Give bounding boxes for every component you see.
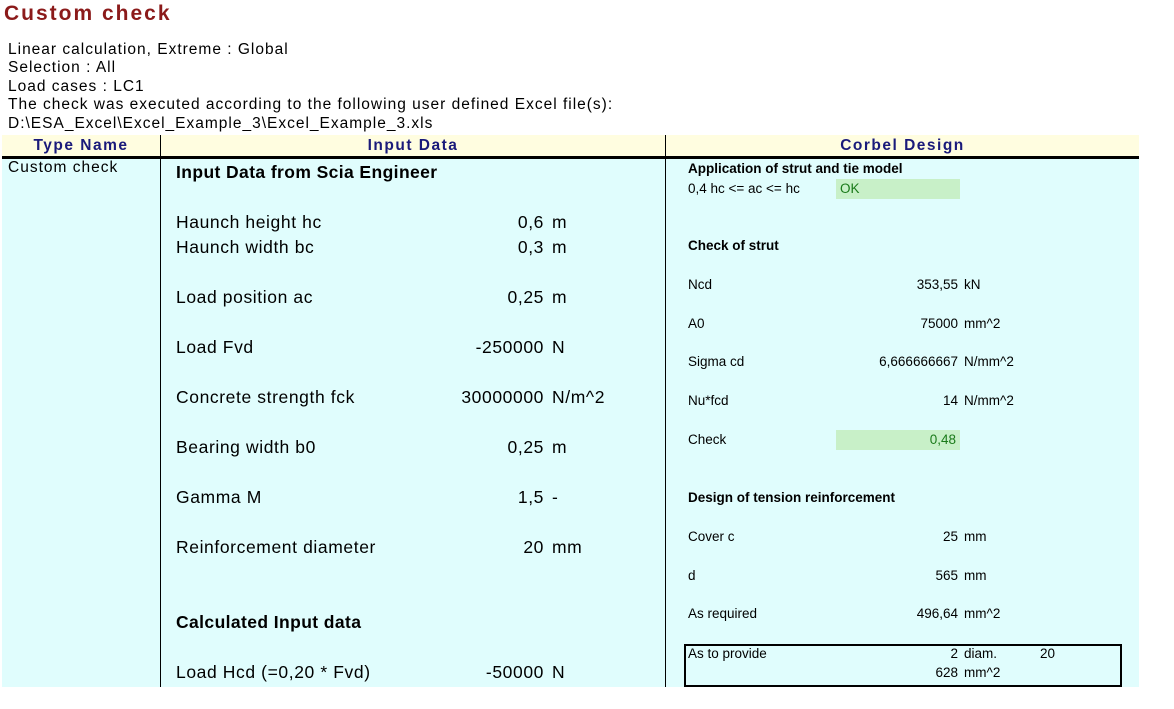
meta-file-path: D:\ESA_Excel\Excel_Example_3\Excel_Examp… [8,115,434,132]
calc-value: -50000 [485,662,544,682]
input-row-label: Haunch width bc [176,237,315,257]
header-input-data: Input Data [161,135,665,156]
strut-row-label: Ncd [688,277,713,292]
input-row-value: 0,25 [507,437,544,457]
strut-tie-condition: 0,4 hc <= ac <= hc [688,181,800,196]
input-row-unit: N [552,337,566,357]
input-row-label: Load position ac [176,287,314,307]
input-row-value: 0,6 [517,212,544,232]
strut-row-value: 353,55 [916,277,958,292]
tension-row-value: 25 [942,529,958,544]
tension-row-label: d [688,568,696,583]
input-row-value: -250000 [475,337,544,357]
input-row-label: Reinforcement diameter [176,537,376,557]
input-row-unit: mm [552,537,583,557]
check-value: 0,48 [836,430,960,450]
column-divider-2 [665,135,666,687]
strut-row-label: A0 [688,316,705,331]
input-row-label: Gamma M [176,487,262,507]
meta-selection: Selection : All [8,59,117,76]
header-type-name: Type Name [2,135,160,156]
input-row-value: 0,25 [507,287,544,307]
strut-row-label: Sigma cd [688,354,745,369]
report-title: Custom check [4,2,172,25]
calculated-section-title: Calculated Input data [176,612,362,632]
as-provide-area-value: 628 [935,665,958,680]
input-row-value: 1,5 [517,487,544,507]
column-divider-1 [160,135,161,687]
calc-unit: N [552,662,566,682]
as-provide-area-unit: mm^2 [964,665,1001,680]
type-column [2,159,160,687]
input-row-label: Haunch height hc [176,212,322,232]
as-provide-label: As to provide [688,646,767,661]
calc-label: Load Hcd (=0,20 * Fvd) [176,662,371,682]
header-corbel-design: Corbel Design [666,135,1139,156]
input-row-label: Concrete strength fck [176,387,355,407]
strut-tie-title: Application of strut and tie model [688,161,903,176]
strut-row-value: 6,666666667 [879,354,958,369]
strut-row-unit: mm^2 [964,316,1001,331]
tension-row-unit: mm^2 [964,606,1001,621]
input-row-value: 20 [523,537,544,557]
input-row-unit: m [552,437,568,457]
input-row-value: 30000000 [461,387,544,407]
row-type-name: Custom check [8,159,119,176]
input-row-unit: m [552,237,568,257]
strut-tie-result: OK [836,179,960,199]
tension-row-label: Cover c [688,529,735,544]
input-section-title: Input Data from Scia Engineer [176,162,438,182]
tension-row-label: As required [688,606,758,621]
input-row-unit: m [552,212,568,232]
as-provide-diam-value: 20 [1040,646,1056,661]
strut-row-label: Nu*fcd [688,393,729,408]
input-row-value: 0,3 [517,237,544,257]
input-row-unit: N/m^2 [552,387,606,407]
meta-check-note: The check was executed according to the … [8,96,614,113]
tension-title: Design of tension reinforcement [688,490,896,505]
strut-row-value: 75000 [920,316,958,331]
tension-row-value: 496,64 [916,606,958,621]
meta-calculation: Linear calculation, Extreme : Global [8,41,289,58]
as-provide-diam-label: diam. [964,646,998,661]
input-row-unit: m [552,287,568,307]
check-label: Check [688,432,727,447]
meta-load-cases: Load cases : LC1 [8,78,145,95]
strut-row-unit: N/mm^2 [964,354,1014,369]
input-row-label: Load Fvd [176,337,254,357]
tension-row-unit: mm [964,568,987,583]
input-row-label: Bearing width b0 [176,437,316,457]
input-row-unit: - [552,487,559,507]
strut-row-unit: N/mm^2 [964,393,1014,408]
strut-check-title: Check of strut [688,238,779,253]
strut-row-value: 14 [942,393,958,408]
strut-row-unit: kN [964,277,981,292]
tension-row-value: 565 [935,568,958,583]
as-provide-count: 2 [950,646,958,661]
tension-row-unit: mm [964,529,987,544]
